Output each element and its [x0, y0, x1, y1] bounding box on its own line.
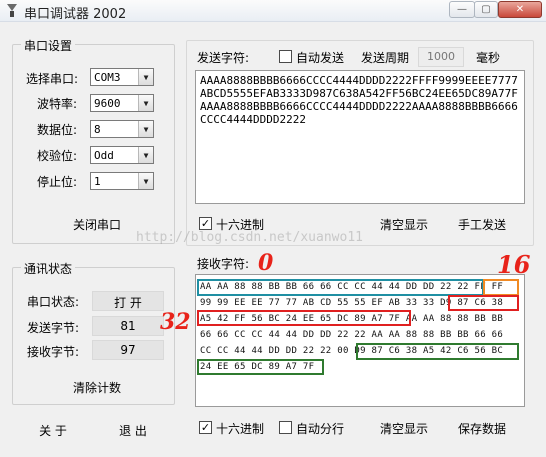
- parity-value: Odd: [94, 149, 114, 162]
- parity-label: 校验位:: [37, 149, 78, 163]
- auto-send-checkbox[interactable]: [279, 50, 292, 63]
- receive-line: 99 99 EE EE 77 77 AB CD 55 55 EF AB 33 3…: [200, 298, 504, 308]
- stopbits-value: 1: [94, 175, 101, 188]
- baud-value: 9600: [94, 97, 121, 110]
- databits-label: 数据位:: [37, 123, 78, 137]
- annotation-sixteen: 16: [497, 250, 531, 279]
- recv-hex-checkbox[interactable]: ✓: [199, 421, 212, 434]
- receive-line: AA AA 88 88 BB BB 66 66 CC CC 44 44 DD D…: [200, 282, 504, 292]
- chevron-down-icon[interactable]: ▼: [138, 95, 153, 111]
- auto-send-label: 自动发送: [296, 51, 345, 65]
- port-label: 选择串口:: [26, 72, 79, 86]
- chevron-down-icon[interactable]: ▼: [138, 147, 153, 163]
- baud-select[interactable]: 9600 ▼: [90, 94, 154, 112]
- sent-bytes-value: 81: [92, 316, 164, 336]
- annotation-thirty-two: 32: [160, 309, 191, 335]
- receive-label: 接收字符:: [197, 257, 250, 271]
- baud-label: 波特率:: [37, 97, 78, 111]
- stopbits-label: 停止位:: [37, 175, 78, 189]
- send-hex-checkbox[interactable]: ✓: [199, 217, 212, 230]
- send-hex-label: 十六进制: [216, 218, 265, 232]
- send-text-area[interactable]: AAAA8888BBBB6666CCCC4444DDDD2222FFFF9999…: [195, 70, 525, 204]
- auto-newline-checkbox[interactable]: [279, 421, 292, 434]
- recv-clear-button[interactable]: 清空显示: [374, 420, 434, 437]
- send-label: 发送字符:: [197, 51, 250, 65]
- chevron-down-icon[interactable]: ▼: [138, 173, 153, 189]
- period-unit-label: 毫秒: [476, 51, 501, 65]
- recv-bytes-value: 97: [92, 340, 164, 360]
- chevron-down-icon[interactable]: ▼: [138, 69, 153, 85]
- save-data-button[interactable]: 保存数据: [452, 420, 512, 437]
- auto-newline-label: 自动分行: [296, 422, 345, 436]
- send-period-label: 发送周期: [361, 51, 410, 65]
- minimize-icon: —: [457, 4, 467, 15]
- comm-status-legend: 通讯状态: [21, 260, 76, 277]
- port-select[interactable]: COM3 ▼: [90, 68, 154, 86]
- parity-select[interactable]: Odd ▼: [90, 146, 154, 164]
- annotation-zero: 0: [258, 250, 274, 276]
- close-port-button[interactable]: 关闭串口: [62, 216, 132, 233]
- receive-text-area[interactable]: [195, 274, 525, 407]
- receive-line: 66 66 CC CC 44 44 DD DD 22 22 AA AA 88 8…: [200, 330, 504, 340]
- minimize-button[interactable]: —: [449, 1, 475, 18]
- port-status-value: 打 开: [92, 291, 164, 311]
- recv-hex-label: 十六进制: [216, 422, 265, 436]
- receive-line: A5 42 FF 56 BC 24 EE 65 DC 89 A7 7F AA A…: [200, 314, 504, 324]
- chevron-down-icon[interactable]: ▼: [138, 121, 153, 137]
- receive-line: CC CC 44 44 DD DD 22 22 00 D9 87 C6 38 A…: [200, 346, 504, 356]
- send-period-input[interactable]: 1000: [418, 47, 464, 67]
- sent-bytes-label: 发送字节:: [27, 321, 80, 335]
- close-icon: ✕: [515, 4, 525, 15]
- recv-bytes-label: 接收字节:: [27, 345, 80, 359]
- title-bar[interactable]: 串口调试器 2002 — ▢ ✕: [0, 0, 546, 22]
- window-title: 串口调试器 2002: [24, 7, 127, 22]
- about-button[interactable]: 关 于: [28, 422, 78, 439]
- receive-line: 24 EE 65 DC 89 A7 7F: [200, 362, 315, 372]
- clear-count-button[interactable]: 清除计数: [62, 379, 132, 396]
- port-status-label: 串口状态:: [27, 295, 80, 309]
- maximize-button[interactable]: ▢: [474, 1, 498, 18]
- exit-button[interactable]: 退 出: [108, 422, 158, 439]
- send-clear-button[interactable]: 清空显示: [374, 216, 434, 233]
- app-icon: [7, 4, 17, 17]
- close-button[interactable]: ✕: [498, 1, 542, 18]
- manual-send-button[interactable]: 手工发送: [452, 216, 512, 233]
- databits-value: 8: [94, 123, 101, 136]
- databits-select[interactable]: 8 ▼: [90, 120, 154, 138]
- serial-settings-legend: 串口设置: [21, 37, 76, 54]
- maximize-icon: ▢: [481, 4, 491, 15]
- port-value: COM3: [94, 71, 121, 84]
- stopbits-select[interactable]: 1 ▼: [90, 172, 154, 190]
